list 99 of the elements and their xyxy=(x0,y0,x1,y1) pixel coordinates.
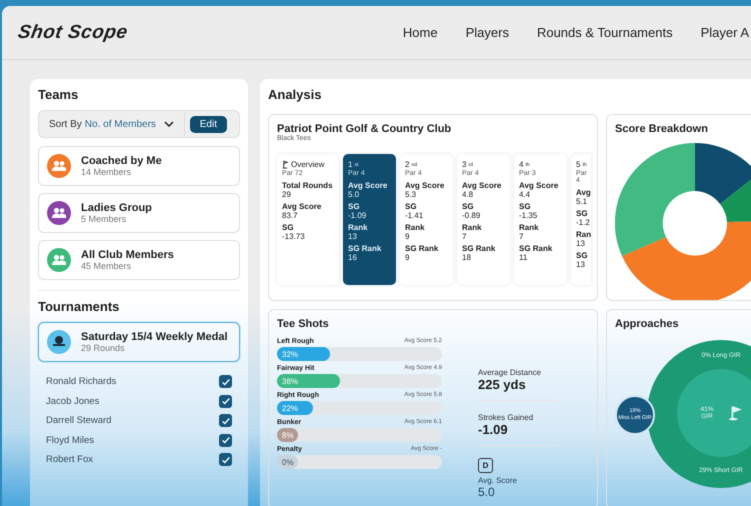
stat-value: -1.09 xyxy=(348,210,368,220)
logo[interactable]: Shot Scope xyxy=(16,22,130,44)
stat-value: -1.41 xyxy=(405,210,424,220)
checkbox[interactable] xyxy=(219,375,232,388)
checkbox[interactable] xyxy=(219,414,232,428)
stat-value: 18 xyxy=(462,252,472,262)
stat-label: Average Distance xyxy=(478,368,542,377)
player-name: Floyd Miles xyxy=(46,434,94,446)
stat-label: Avg. Score xyxy=(478,476,518,485)
stat-label: Rank xyxy=(348,222,369,232)
round-count: 29 Rounds xyxy=(81,343,126,353)
card-title: Score Breakdown xyxy=(615,123,709,135)
percent-label: 0% xyxy=(281,458,294,466)
stat-label: SG xyxy=(282,222,295,232)
sort-dropdown[interactable]: Sort By No. of Members xyxy=(39,111,185,137)
stat-value: 13 xyxy=(576,238,586,248)
stat-value: 4.8 xyxy=(462,190,474,199)
section-title: Teams xyxy=(38,87,80,102)
stat-value: -1.2 xyxy=(576,218,591,227)
stat-label: SG Rank xyxy=(519,244,554,253)
stat-value: 9 xyxy=(405,232,410,241)
grade-badge: D xyxy=(478,458,493,473)
percent-label: 8% xyxy=(281,430,294,440)
team-card[interactable]: Ladies Group 5 Members xyxy=(38,193,240,233)
checkbox[interactable] xyxy=(219,434,232,447)
stat-value: 9 xyxy=(405,252,410,262)
member-count: 14 Members xyxy=(81,167,132,177)
course-name: Patriot Point Golf & Country Club xyxy=(277,123,452,135)
percent-label: 32% xyxy=(281,350,298,358)
stat-label: Ran xyxy=(576,230,591,239)
stat-value: -1.35 xyxy=(519,210,538,220)
player-name: Robert Fox xyxy=(46,454,93,466)
hole-title: Overview xyxy=(291,160,324,170)
stat-label: SG xyxy=(462,202,475,211)
stat-label: Avg Score xyxy=(462,180,502,190)
section-title: Tournaments xyxy=(38,299,120,314)
stat-label: Avg Score xyxy=(519,180,560,190)
stat-label: Rank xyxy=(405,222,426,232)
section-title: Analysis xyxy=(268,87,322,102)
team-card[interactable]: Coached by Me 14 Members xyxy=(38,146,240,186)
stat-value: 5.0 xyxy=(348,190,360,199)
player-name: Darrell Steward xyxy=(46,415,112,426)
nav-link[interactable]: Players xyxy=(466,25,509,40)
stat-value: 13 xyxy=(348,232,358,241)
stat-label: SG xyxy=(519,202,532,211)
stat-value: 5.3 xyxy=(405,190,417,199)
stat-label: Rank xyxy=(519,222,540,232)
stat-value: 29 xyxy=(282,190,292,199)
stat-value: 7 xyxy=(462,232,468,241)
stat-value: -1.09 xyxy=(478,422,509,437)
stat-value: 4.4 xyxy=(519,190,531,199)
stat-value: 11 xyxy=(519,252,528,262)
stat-label: Avg xyxy=(576,188,591,197)
player-name: Ronald Richards xyxy=(46,376,116,388)
stat-value: 83.7 xyxy=(282,210,299,220)
stat-label: SG Rank xyxy=(405,244,440,253)
percent-label: 22% xyxy=(281,404,298,412)
stat-value: -0.89 xyxy=(462,210,482,220)
percent-label: 38% xyxy=(281,376,298,386)
tournament-name: Saturday 15/4 Weekly Medal xyxy=(81,331,228,343)
flag-icon xyxy=(282,160,289,170)
stat-value: 16 xyxy=(348,252,358,262)
checkbox[interactable] xyxy=(219,453,232,466)
nav-link[interactable]: Home xyxy=(402,25,438,40)
stat-label: Avg Score xyxy=(405,180,446,190)
card-title: Approaches xyxy=(615,318,680,330)
stat-label: SG xyxy=(576,250,589,260)
team-name: Coached by Me xyxy=(81,155,162,167)
member-count: 5 Members xyxy=(81,214,128,224)
stat-label: SG xyxy=(405,202,418,211)
club-logo-icon xyxy=(47,330,71,354)
team-name: All Club Members xyxy=(81,249,174,261)
stat-value: 225 yds xyxy=(478,377,527,392)
nav-link[interactable]: Player A xyxy=(700,25,749,40)
stat-value: 13 xyxy=(576,260,586,269)
stat-label: Rank xyxy=(462,222,483,232)
stat-value: -13.73 xyxy=(282,232,306,241)
stat-label: Avg Score xyxy=(282,202,322,211)
checkbox[interactable] xyxy=(219,394,232,408)
player-name: Jacob Jones xyxy=(46,396,100,407)
stat-value: 5.0 xyxy=(478,485,496,499)
stat-value: 5.1 xyxy=(576,196,588,206)
stat-value: 7 xyxy=(519,232,524,241)
team-card[interactable]: All Club Members 45 Members xyxy=(38,240,240,280)
nav-link[interactable]: Rounds & Tournaments xyxy=(536,25,673,40)
stat-label: SG xyxy=(576,208,589,218)
stat-label: Total Rounds xyxy=(282,180,334,190)
member-count: 45 Members xyxy=(81,261,132,271)
flag-icon xyxy=(728,405,742,421)
stat-label: Avg Score xyxy=(348,180,388,190)
tournament-card[interactable]: Saturday 15/4 Weekly Medal 29 Rounds xyxy=(38,322,240,362)
chevron-icon xyxy=(164,121,174,127)
stat-label: SG Rank xyxy=(462,244,496,253)
stat-label: Strokes Gained xyxy=(478,413,534,422)
team-name: Ladies Group xyxy=(81,202,152,214)
stat-label: SG Rank xyxy=(348,244,382,253)
card-title: Tee Shots xyxy=(277,318,330,330)
stat-label: SG xyxy=(348,202,361,211)
edit-button[interactable]: Edit xyxy=(190,116,227,132)
